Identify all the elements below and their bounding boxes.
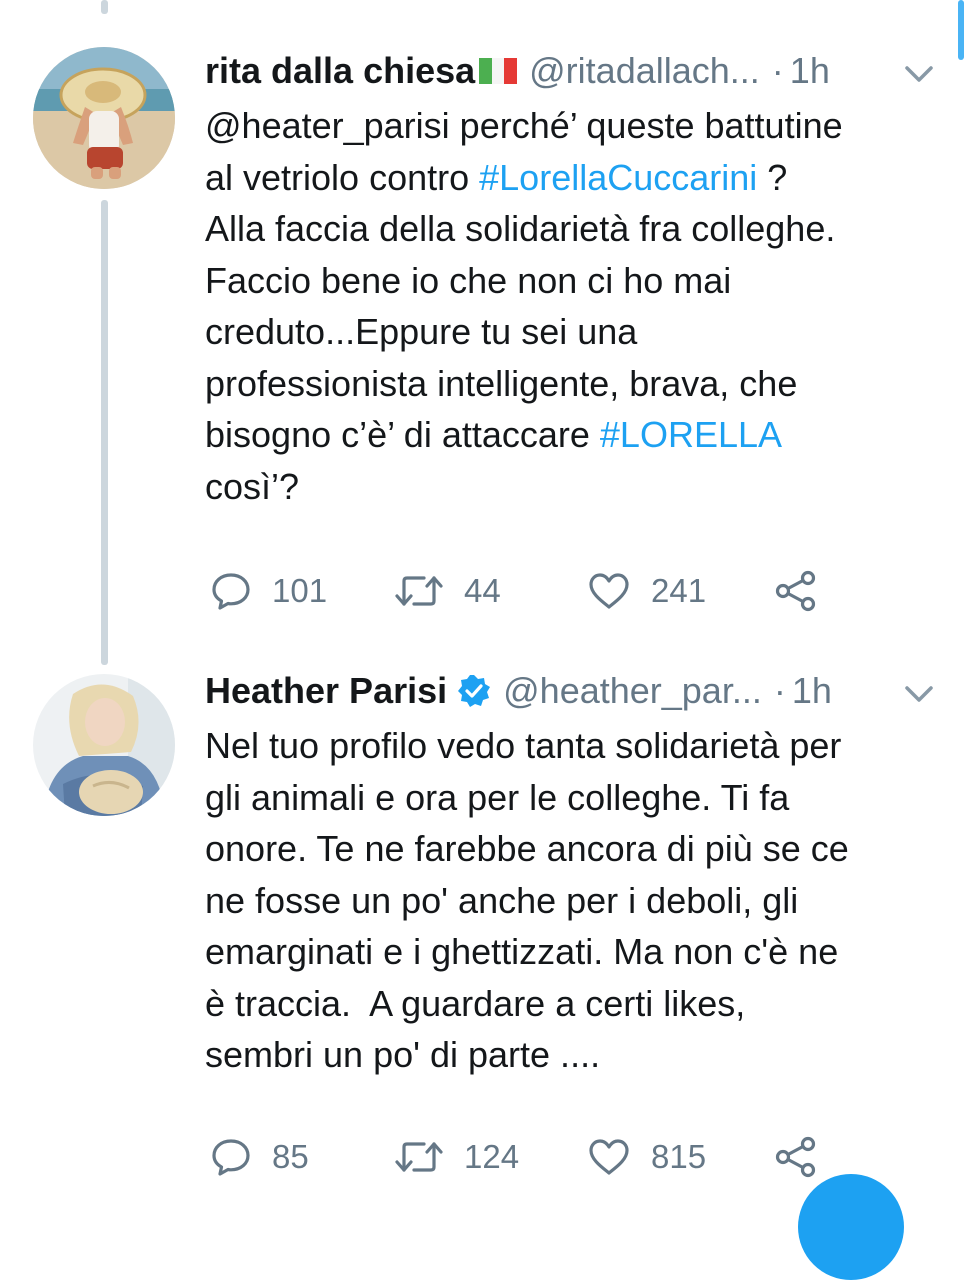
scrollbar[interactable]: [958, 0, 964, 60]
tweet-text: Nel tuo profilo vedo tanta solidarietà p…: [205, 720, 935, 1081]
user-handle[interactable]: @heather_par...: [503, 670, 762, 712]
text-segment: Alla faccia della solidarietà fra colleg…: [205, 208, 836, 249]
compose-tweet-button[interactable]: [798, 1174, 904, 1280]
text-segment: creduto...Eppure tu sei una: [205, 311, 638, 352]
timestamp[interactable]: 1h: [792, 670, 832, 712]
tweet-header: Heather Parisi @heather_par... · 1h: [205, 666, 832, 716]
retweet-button[interactable]: 124: [394, 1132, 519, 1182]
text-line: sembri un po' di parte ....: [205, 1034, 601, 1075]
share-button[interactable]: [774, 566, 818, 616]
share-icon: [775, 1136, 816, 1178]
text-segment: al vetriolo contro: [205, 156, 480, 198]
retweet-icon: [395, 576, 443, 606]
retweet-button[interactable]: 44: [394, 566, 501, 616]
thread-line-top: [101, 0, 108, 14]
like-button[interactable]: 241: [587, 566, 706, 616]
reply-count: 85: [272, 1138, 309, 1175]
text-segment: bisogno c’è’ di attaccare: [205, 414, 600, 455]
avatar[interactable]: [33, 47, 175, 189]
retweet-count: 124: [464, 1138, 520, 1175]
chevron-down-icon[interactable]: [902, 56, 936, 90]
reply-button[interactable]: 85: [210, 1132, 309, 1182]
text-segment: ?: [757, 156, 788, 198]
reply-icon: [212, 1139, 250, 1176]
like-button[interactable]: 815: [587, 1132, 706, 1182]
share-button[interactable]: [774, 1132, 818, 1182]
reply-button[interactable]: 101: [210, 566, 327, 616]
chevron-down-icon[interactable]: [902, 676, 936, 710]
text-line: è traccia. A guardare a certi likes,: [205, 982, 746, 1024]
separator-dot: ·: [773, 670, 786, 711]
text-segment: professionista intelligente, brava, che: [205, 362, 798, 404]
text-segment: così’?: [205, 465, 300, 507]
like-count: 241: [651, 572, 707, 609]
text-line: onore. Te ne farebbe ancora di più se ce: [205, 828, 849, 869]
thread-line-connector: [101, 200, 108, 665]
text-line: ne fosse un po' anche per i deboli, gli: [205, 879, 799, 921]
user-handle[interactable]: @ritadallach...: [529, 50, 760, 92]
heart-icon: [589, 1139, 629, 1175]
timestamp[interactable]: 1h: [790, 50, 830, 92]
retweet-count: 44: [464, 572, 501, 609]
verified-badge-icon: [458, 675, 491, 707]
text-segment: Faccio bene io che non ci ho mai: [205, 259, 732, 301]
text-line: Nel tuo profilo vedo tanta solidarietà p…: [205, 725, 842, 766]
text-line: gli animali e ora per le colleghe. Ti fa: [205, 776, 790, 818]
retweet-icon: [395, 1142, 443, 1172]
reply-icon: [212, 573, 250, 610]
hashtag-link[interactable]: #LorellaCuccarini: [479, 157, 757, 198]
hashtag-link[interactable]: #LORELLA: [600, 414, 782, 455]
like-count: 815: [651, 1138, 707, 1175]
italy-flag-icon: [479, 58, 518, 84]
display-name[interactable]: Heather Parisi: [205, 670, 447, 712]
separator-dot: ·: [771, 50, 784, 91]
share-icon: [775, 570, 816, 612]
avatar[interactable]: [33, 674, 175, 816]
heart-icon: [589, 573, 629, 609]
display-name[interactable]: rita dalla chiesa: [205, 50, 475, 92]
reply-count: 101: [272, 572, 328, 609]
text-line: emarginati e i ghettizzati. Ma non c'è n…: [205, 931, 839, 972]
tweet-header: rita dalla chiesa @ritadallach... · 1h: [205, 46, 830, 96]
tweet-text: @heater_parisi perché’ queste battutine …: [205, 100, 935, 512]
text-segment: @heater_parisi perché’ queste battutine: [205, 105, 843, 146]
